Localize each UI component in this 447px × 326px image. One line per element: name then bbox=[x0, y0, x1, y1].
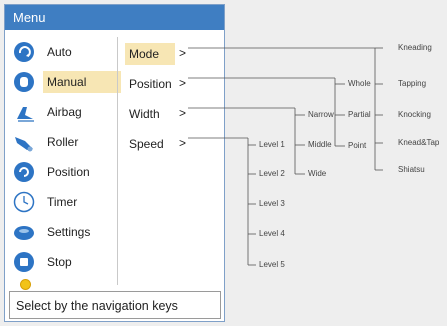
mode-option: Shiatsu bbox=[398, 165, 425, 174]
option-tree-lines bbox=[188, 47, 383, 266]
speed-option: Level 2 bbox=[259, 169, 285, 178]
position-option: Point bbox=[348, 141, 367, 150]
speed-option: Level 1 bbox=[259, 140, 285, 149]
mode-option: Knead&Tap bbox=[398, 138, 440, 147]
mode-option: Tapping bbox=[398, 79, 427, 88]
mode-option: Kneading bbox=[398, 43, 432, 52]
speed-option: Level 3 bbox=[259, 199, 285, 208]
speed-option: Level 5 bbox=[259, 260, 285, 269]
width-option: Narrow bbox=[308, 110, 334, 119]
width-option: Middle bbox=[308, 140, 332, 149]
width-option: Wide bbox=[308, 169, 327, 178]
speed-option: Level 4 bbox=[259, 229, 285, 238]
mode-option: Knocking bbox=[398, 110, 431, 119]
position-option: Whole bbox=[348, 79, 371, 88]
position-option: Partial bbox=[348, 110, 371, 119]
